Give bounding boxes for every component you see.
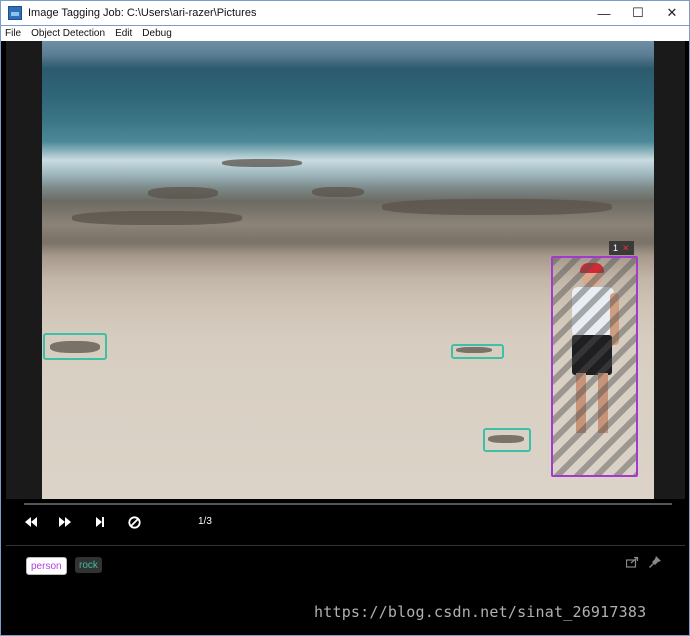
rock-shape [312, 187, 364, 197]
menu-edit[interactable]: Edit [110, 28, 137, 39]
share-icon[interactable] [625, 556, 639, 571]
app-icon [8, 6, 22, 20]
title-bar: Image Tagging Job: C:\Users\ari-razer\Pi… [0, 0, 690, 26]
window-title: Image Tagging Job: C:\Users\ari-razer\Pi… [28, 7, 257, 19]
menu-debug[interactable]: Debug [137, 28, 176, 39]
bounding-box-person[interactable] [551, 256, 638, 477]
bounding-box-rock[interactable] [483, 428, 531, 452]
rewind-icon[interactable] [21, 514, 41, 530]
rock-shape [222, 159, 302, 167]
tag-person[interactable]: person [26, 557, 67, 575]
rock-shape [148, 187, 218, 199]
watermark: https://blog.csdn.net/sinat_26917383 [314, 603, 647, 621]
tag-tools [625, 556, 661, 571]
seek-bar[interactable] [24, 503, 672, 505]
window-controls: — ☐ ✕ [587, 1, 689, 25]
frame-counter: 1/3 [198, 516, 212, 527]
close-button[interactable]: ✕ [655, 1, 689, 25]
fast-forward-icon[interactable] [55, 514, 75, 530]
tag-rock[interactable]: rock [75, 557, 102, 573]
selected-box-tag: 1 ✕ [609, 241, 634, 255]
skip-end-icon[interactable] [90, 514, 110, 530]
menu-bar: File Object Detection Edit Debug [0, 26, 690, 41]
rock-shape [382, 199, 612, 215]
rock-shape [72, 211, 242, 225]
playback-bar: 1/3 [6, 499, 685, 545]
menu-object-detection[interactable]: Object Detection [26, 28, 110, 39]
bounding-box-rock[interactable] [451, 344, 504, 359]
beach-photo[interactable]: 1 ✕ [42, 41, 654, 499]
bounding-box-rock[interactable] [43, 333, 107, 360]
minimize-button[interactable]: — [587, 1, 621, 25]
close-icon[interactable]: ✕ [622, 243, 630, 254]
image-canvas[interactable]: 1 ✕ [6, 41, 685, 499]
box-index: 1 [613, 243, 619, 253]
pin-icon[interactable] [649, 556, 661, 571]
maximize-button[interactable]: ☐ [621, 1, 655, 25]
clear-icon[interactable] [124, 514, 144, 530]
menu-file[interactable]: File [0, 28, 26, 39]
